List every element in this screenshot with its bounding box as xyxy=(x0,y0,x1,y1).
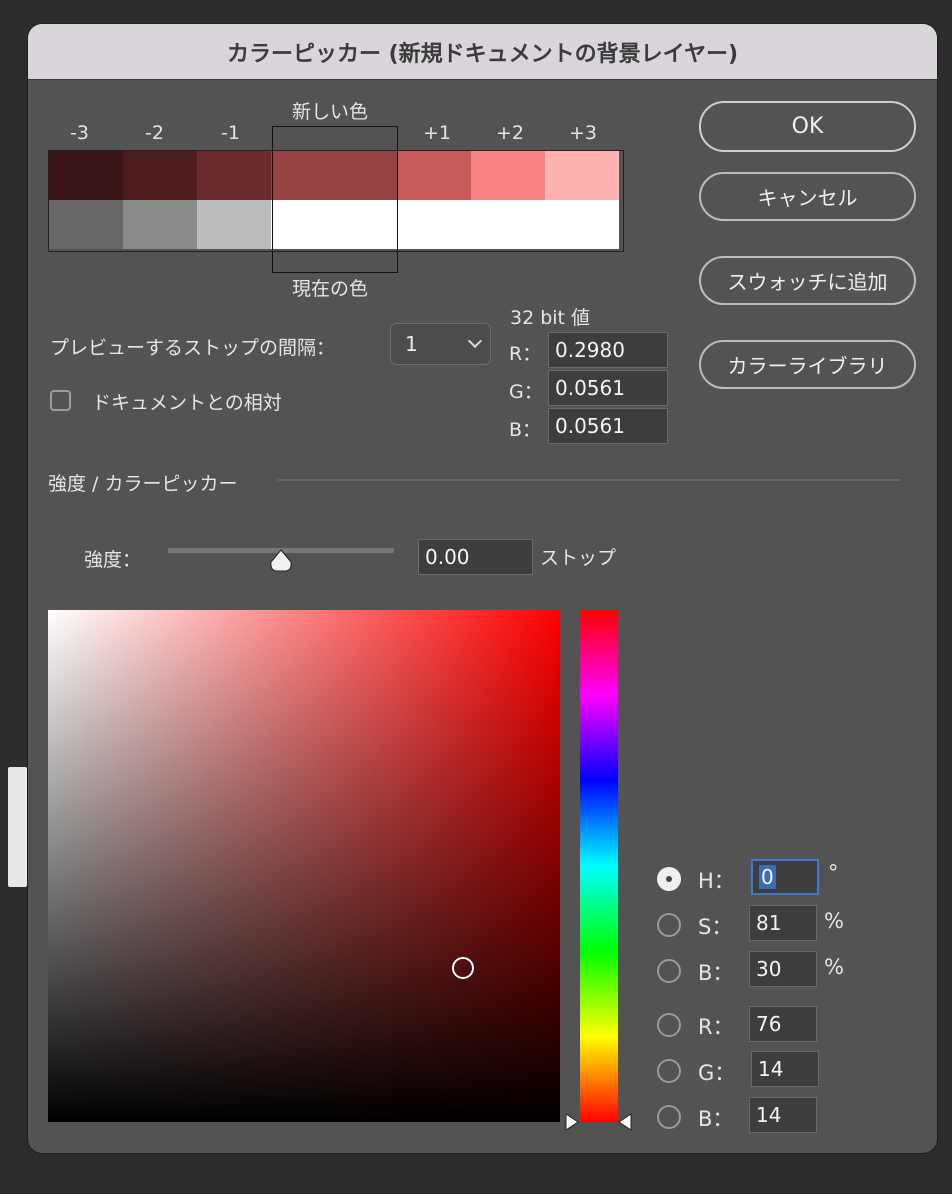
radio-red[interactable] xyxy=(657,1013,681,1037)
red-label: R： xyxy=(698,1015,734,1039)
intensity-unit: ストップ xyxy=(540,547,617,569)
hue-label: H： xyxy=(698,869,735,893)
saturation-field[interactable]: 81 xyxy=(749,905,817,941)
section-title: 強度 / カラーピッカー xyxy=(48,473,238,495)
new-swatch-minus1[interactable] xyxy=(197,151,271,200)
saturation-brightness-field[interactable] xyxy=(48,610,560,1122)
stop-label-minus2: -2 xyxy=(145,122,164,144)
intensity-field[interactable]: 0.00 xyxy=(418,539,533,575)
color-cursor-icon[interactable] xyxy=(450,955,476,981)
add-to-swatches-button[interactable]: スウォッチに追加 xyxy=(699,256,916,305)
blue-label: B： xyxy=(698,1107,734,1131)
stop-label-plus1: +1 xyxy=(423,122,452,144)
bit32-b-label: B： xyxy=(509,419,542,441)
section-divider xyxy=(278,479,900,481)
stop-label-minus1: -1 xyxy=(221,122,240,144)
current-swatch-minus1[interactable] xyxy=(197,200,271,249)
current-swatch-minus3[interactable] xyxy=(49,200,123,249)
new-color-label: 新しい色 xyxy=(292,101,369,123)
brightness-field[interactable]: 30 xyxy=(749,951,817,987)
intensity-slider-thumb[interactable] xyxy=(268,548,294,574)
ok-button[interactable]: OK xyxy=(699,101,916,152)
current-color-label: 現在の色 xyxy=(292,278,369,300)
new-swatch-plus1[interactable] xyxy=(397,151,471,200)
bit32-g-label: G： xyxy=(509,381,543,403)
window-title: カラーピッカー (新規ドキュメントの背景レイヤー) xyxy=(226,41,739,67)
hue-unit: ° xyxy=(828,861,839,885)
hue-value: 0 xyxy=(759,865,776,889)
current-swatch-minus2[interactable] xyxy=(123,200,197,249)
relative-label: ドキュメントとの相対 xyxy=(92,392,282,414)
chevron-down-icon xyxy=(467,333,483,349)
blue-field[interactable]: 14 xyxy=(749,1097,817,1133)
new-swatch-minus2[interactable] xyxy=(123,151,197,200)
radio-blue[interactable] xyxy=(657,1105,681,1129)
bit32-r-label: R： xyxy=(509,343,542,365)
side-panel-tab xyxy=(8,767,27,887)
radio-green[interactable] xyxy=(657,1059,681,1083)
current-swatch-plus2[interactable] xyxy=(471,200,545,249)
cancel-button[interactable]: キャンセル xyxy=(699,172,916,221)
new-swatch-minus3[interactable] xyxy=(49,151,123,200)
relative-checkbox[interactable] xyxy=(50,390,71,411)
preview-interval-value: 1 xyxy=(405,332,418,356)
radio-saturation[interactable] xyxy=(657,913,681,937)
intensity-label: 強度： xyxy=(84,549,142,571)
preview-interval-label: プレビューするストップの間隔： xyxy=(50,337,336,359)
green-label: G： xyxy=(698,1061,736,1085)
stop-label-plus3: +3 xyxy=(569,122,598,144)
color-libraries-button[interactable]: カラーライブラリ xyxy=(699,340,916,389)
hue-slider[interactable] xyxy=(580,610,618,1122)
green-field[interactable]: 14 xyxy=(751,1051,819,1087)
title-bar: カラーピッカー (新規ドキュメントの背景レイヤー) xyxy=(28,24,937,80)
bit32-r-field[interactable]: 0.2980 xyxy=(548,332,668,368)
radio-hue[interactable] xyxy=(657,867,681,891)
radio-brightness[interactable] xyxy=(657,959,681,983)
bit32-b-field[interactable]: 0.0561 xyxy=(548,408,668,444)
brightness-label: B： xyxy=(698,961,734,985)
current-swatch-plus1[interactable] xyxy=(397,200,471,249)
new-swatch-plus2[interactable] xyxy=(471,151,545,200)
bit32-g-field[interactable]: 0.0561 xyxy=(548,370,668,406)
stop-label-plus2: +2 xyxy=(496,122,525,144)
hue-marker-right-icon[interactable] xyxy=(617,1112,633,1132)
new-swatch-plus3[interactable] xyxy=(545,151,619,200)
saturation-label: S： xyxy=(698,915,733,939)
bit32-title: 32 bit 値 xyxy=(510,307,591,329)
preview-interval-select[interactable]: 1 xyxy=(390,323,491,365)
stop-label-minus3: -3 xyxy=(70,122,89,144)
saturation-unit: % xyxy=(824,909,844,933)
red-field[interactable]: 76 xyxy=(749,1006,817,1042)
hue-marker-left-icon[interactable] xyxy=(564,1112,580,1132)
color-picker-dialog: カラーピッカー (新規ドキュメントの背景レイヤー) -3 -2 -1 新しい色 … xyxy=(28,24,937,1153)
current-swatch-plus3[interactable] xyxy=(545,200,619,249)
brightness-unit: % xyxy=(824,955,844,979)
center-swatch-frame xyxy=(272,126,398,273)
hue-field[interactable]: 0 xyxy=(751,859,819,895)
